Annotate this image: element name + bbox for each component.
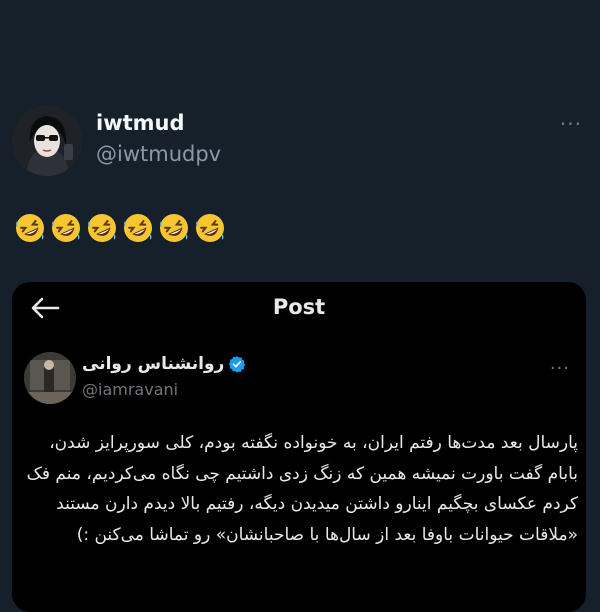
emoji-row: [14, 212, 226, 244]
quoted-avatar[interactable]: [24, 352, 76, 404]
avatar[interactable]: [12, 106, 82, 176]
more-icon[interactable]: ···: [560, 112, 582, 136]
quoted-post-screenshot[interactable]: Post روانشناس روانی @iamravani ··· پارسا…: [12, 282, 586, 612]
quoted-display-name[interactable]: روانشناس روانی: [82, 354, 224, 374]
display-name[interactable]: iwtmud: [96, 111, 185, 135]
quoted-post-text: پارسال بعد مدت‌ها رفتم ایران، به خونواده…: [26, 433, 578, 545]
quoted-handle[interactable]: @iamravani: [82, 380, 178, 399]
rofl-emoji: [124, 214, 152, 242]
tweet-card: iwtmud @iwtmudpv ··· Post روانشناس روانی…: [0, 0, 600, 612]
quoted-more-icon[interactable]: ···: [550, 358, 570, 379]
user-handle[interactable]: @iwtmudpv: [96, 142, 221, 166]
rofl-emoji: [196, 214, 224, 242]
rofl-emoji: [88, 214, 116, 242]
rofl-emoji: [16, 214, 44, 242]
post-header-title: Post: [272, 295, 326, 319]
quoted-name-row[interactable]: روانشناس روانی: [82, 354, 246, 374]
rofl-emoji: [52, 214, 80, 242]
rofl-emoji: [160, 214, 188, 242]
verified-badge-icon: [229, 356, 246, 373]
